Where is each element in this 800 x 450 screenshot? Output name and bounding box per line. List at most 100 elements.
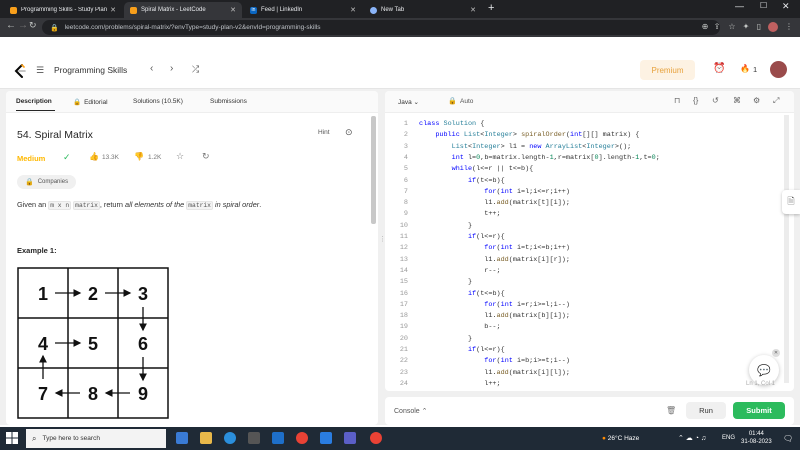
settings-gear-icon[interactable]: ⚙: [753, 96, 760, 105]
edge-icon[interactable]: [224, 432, 236, 444]
trash-icon[interactable]: 🗑: [666, 406, 676, 415]
taskbar-search-field[interactable]: ⌕ Type here to search: [26, 429, 166, 448]
teams-icon[interactable]: [344, 432, 356, 444]
share-icon[interactable]: ↻: [202, 151, 210, 162]
url-field[interactable]: 🔒 leetcode.com/problems/spiral-matrix/?e…: [42, 20, 720, 35]
code-line[interactable]: 4 int l=0,b=matrix.length-1,r=matrix[0].…: [385, 153, 780, 164]
code-line[interactable]: 18 l1.add(matrix[b][i]);: [385, 311, 780, 322]
task-view-icon[interactable]: [176, 432, 188, 444]
study-plan-title[interactable]: Programming Skills: [54, 65, 127, 75]
thumbs-up-icon[interactable]: 👍: [89, 152, 99, 161]
streak-fire-icon[interactable]: 🔥: [740, 64, 750, 73]
file-explorer-icon[interactable]: [200, 432, 212, 444]
app-icon[interactable]: [320, 432, 332, 444]
browser-tab-2[interactable]: in Feed | LinkedIn ✕: [244, 2, 362, 18]
close-tab-icon[interactable]: ✕: [350, 6, 356, 14]
braces-icon[interactable]: {}: [693, 96, 698, 105]
weather-widget[interactable]: ● 26°C Haze: [602, 435, 639, 442]
editor-scrollbar[interactable]: [784, 115, 789, 383]
menu-kebab-icon[interactable]: ⋮: [784, 22, 794, 32]
chevron-left-icon[interactable]: ‹: [150, 63, 153, 74]
leetcode-logo-icon[interactable]: [13, 64, 27, 78]
store-icon[interactable]: [248, 432, 260, 444]
chrome-icon[interactable]: [296, 432, 308, 444]
code-line[interactable]: 1 class Solution {: [385, 119, 780, 130]
console-toggle[interactable]: Console ⌃: [394, 407, 428, 415]
shuffle-icon[interactable]: ⤮: [192, 64, 199, 75]
hint-button[interactable]: Hint: [318, 129, 330, 136]
fullscreen-icon[interactable]: ⤢: [773, 96, 779, 106]
submit-button[interactable]: Submit: [733, 402, 785, 419]
extensions-icon[interactable]: ✦: [741, 22, 751, 32]
forward-arrow-icon[interactable]: →: [18, 20, 28, 31]
tab-editorial[interactable]: 🔒 Editorial: [73, 98, 108, 107]
new-tab-button[interactable]: +: [488, 2, 494, 14]
code-line[interactable]: 5 while(l<=r || t<=b){: [385, 164, 780, 175]
browser-tab-3[interactable]: New Tab ✕: [364, 2, 482, 18]
auto-mode-label[interactable]: Auto: [460, 98, 473, 105]
companies-tag[interactable]: 🔒 Companies: [17, 175, 77, 189]
browser-tab-1[interactable]: Spiral Matrix - LeetCode ✕: [124, 2, 242, 18]
document-icon[interactable]: 🗎: [782, 190, 800, 214]
code-line[interactable]: 8 l1.add(matrix[t][i]);: [385, 198, 780, 209]
code-line[interactable]: 24 l++;: [385, 379, 780, 390]
zoom-icon[interactable]: ⊕: [700, 22, 710, 32]
code-line[interactable]: 2 public List<Integer> spiralOrder(int[]…: [385, 130, 780, 141]
code-line[interactable]: 7 for(int i=l;i<=r;i++): [385, 187, 780, 198]
panel-resize-handle[interactable]: ⋮: [379, 235, 386, 245]
chevron-right-icon[interactable]: ›: [170, 63, 173, 74]
favorite-star-icon[interactable]: ☆: [176, 151, 184, 162]
code-line[interactable]: 10 }: [385, 221, 780, 232]
input-language[interactable]: ENG: [722, 435, 735, 441]
profile-avatar[interactable]: [768, 22, 778, 32]
code-line[interactable]: 6 if(t<=b){: [385, 176, 780, 187]
side-panel-icon[interactable]: ▯: [754, 22, 764, 32]
maximize-icon[interactable]: ☐: [760, 1, 767, 10]
user-avatar[interactable]: [770, 61, 787, 78]
reset-icon[interactable]: ↺: [712, 96, 719, 105]
browser-tab-0[interactable]: Programming Skills - Study Plan ✕: [4, 2, 122, 18]
code-line[interactable]: 12 for(int i=t;i<=b;i++): [385, 243, 780, 254]
mail-icon[interactable]: [272, 432, 284, 444]
premium-button[interactable]: Premium: [640, 60, 695, 80]
code-line[interactable]: 3 List<Integer> l1 = new ArrayList<Integ…: [385, 142, 780, 153]
code-line[interactable]: 11 if(l<=r){: [385, 232, 780, 243]
close-tab-icon[interactable]: ✕: [230, 6, 236, 14]
close-window-icon[interactable]: ✕: [782, 1, 790, 12]
code-line[interactable]: 16 if(t<=b){: [385, 289, 780, 300]
share-icon[interactable]: ⇪: [712, 22, 722, 32]
back-arrow-icon[interactable]: ←: [6, 20, 16, 31]
tab-solutions[interactable]: Solutions (10.5K): [133, 98, 183, 105]
minimize-icon[interactable]: —: [735, 1, 744, 11]
tab-submissions[interactable]: Submissions: [210, 98, 247, 105]
bookmark-icon[interactable]: ⊓: [674, 96, 680, 105]
code-line[interactable]: 20 }: [385, 334, 780, 345]
close-tab-icon[interactable]: ✕: [470, 6, 476, 14]
run-button[interactable]: Run: [686, 402, 726, 419]
code-line[interactable]: 14 r--;: [385, 266, 780, 277]
close-tab-icon[interactable]: ✕: [110, 6, 116, 14]
code-line[interactable]: 13 l1.add(matrix[i][r]);: [385, 255, 780, 266]
code-line[interactable]: 22 for(int i=b;i>=t;i--): [385, 356, 780, 367]
language-select[interactable]: Java ⌄: [398, 98, 419, 106]
tab-description[interactable]: Description: [16, 98, 55, 111]
scrollbar-thumb[interactable]: [371, 116, 376, 224]
shortcuts-icon[interactable]: ⌘: [733, 96, 741, 105]
more-options-icon[interactable]: ⊙: [345, 127, 353, 138]
windows-start-icon[interactable]: [6, 432, 18, 444]
close-icon[interactable]: ✕: [772, 349, 780, 357]
bookmark-star-icon[interactable]: ☆: [727, 22, 737, 32]
thumbs-down-icon[interactable]: 👎: [134, 152, 144, 161]
code-line[interactable]: 9 t++;: [385, 209, 780, 220]
reload-icon[interactable]: ↻: [29, 20, 37, 31]
code-line[interactable]: 19 b--;: [385, 322, 780, 333]
code-line[interactable]: 21 if(l<=r){: [385, 345, 780, 356]
alarm-clock-icon[interactable]: ⏰: [713, 63, 725, 74]
code-line[interactable]: 17 for(int i=r;i>=l;i--): [385, 300, 780, 311]
code-line[interactable]: 23 l1.add(matrix[i][l]);: [385, 368, 780, 379]
clock[interactable]: 01:44 31-08-2023: [741, 430, 772, 446]
code-line[interactable]: 15 }: [385, 277, 780, 288]
code-area[interactable]: 1 class Solution {2 public List<Integer> …: [385, 115, 794, 391]
chrome-profile-icon[interactable]: [370, 432, 382, 444]
problem-list-icon[interactable]: ☰: [36, 65, 44, 76]
